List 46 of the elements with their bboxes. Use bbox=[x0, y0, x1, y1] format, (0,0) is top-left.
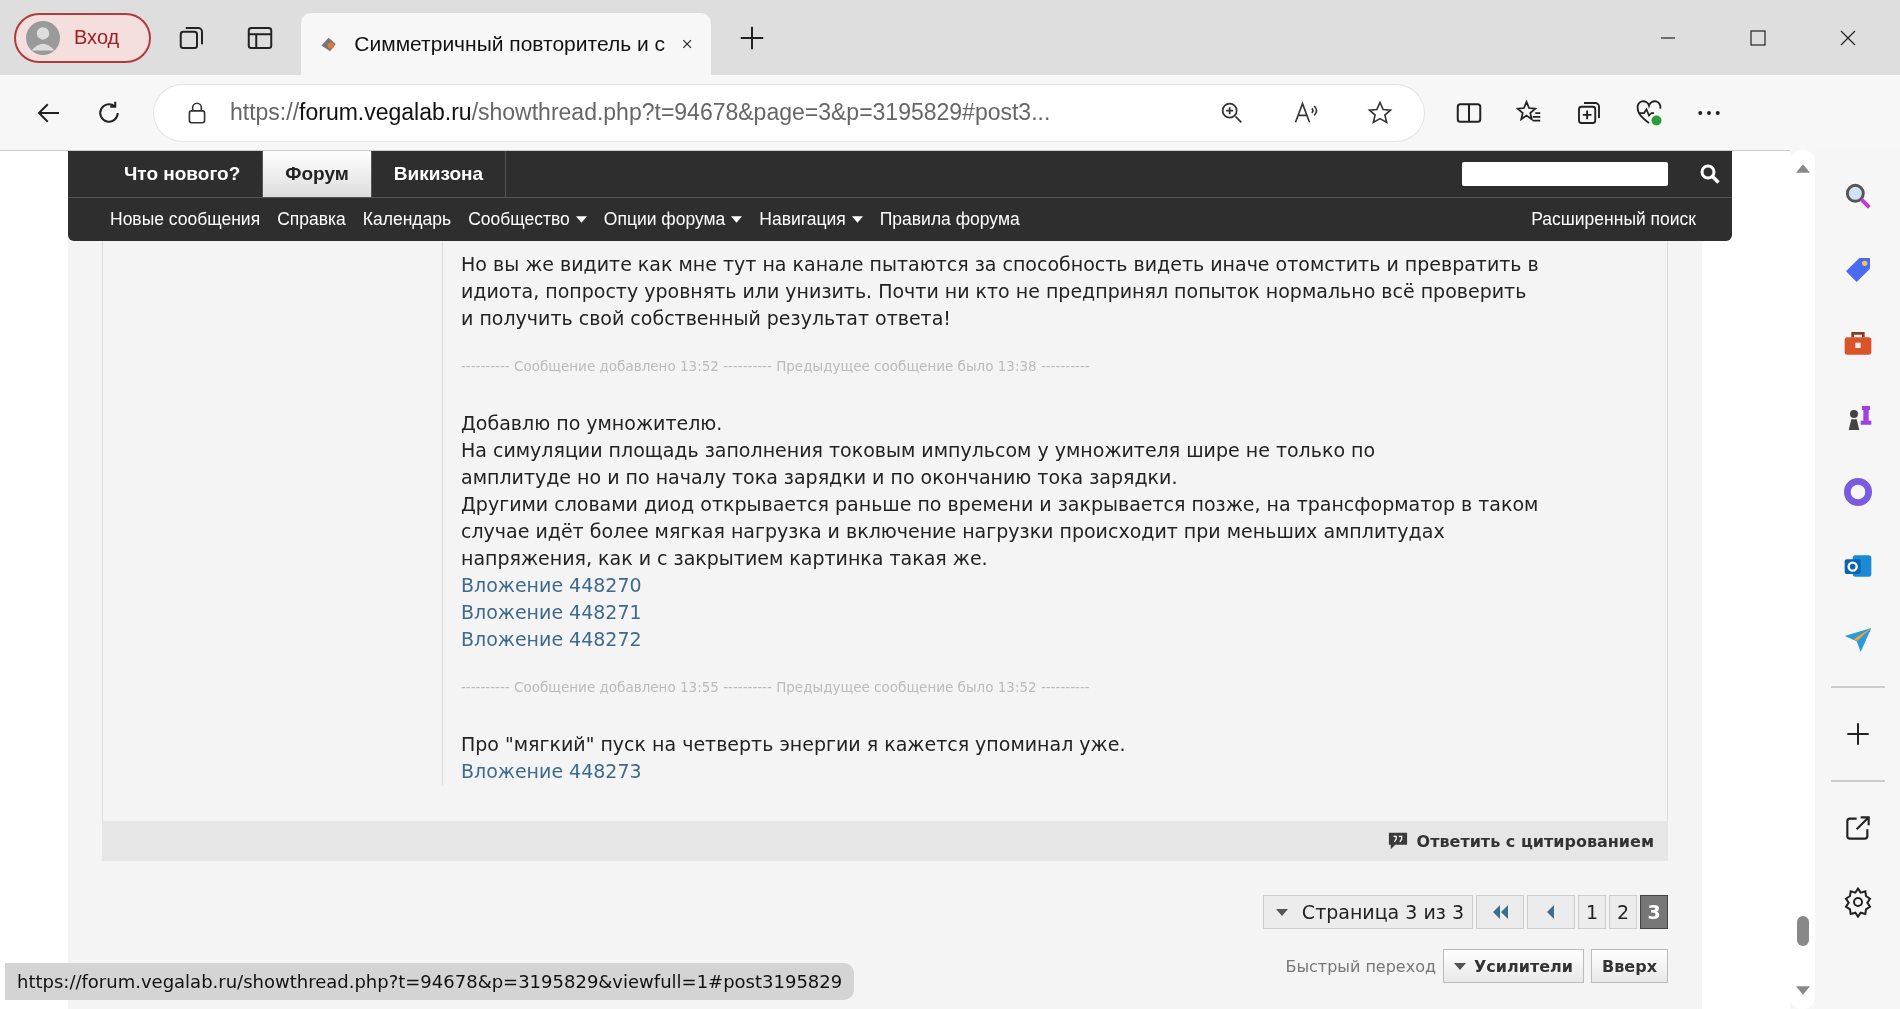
first-page-button[interactable] bbox=[1476, 895, 1524, 929]
attachment-link[interactable]: Вложение 448273 bbox=[461, 758, 642, 785]
quick-nav-label: Быстрый переход bbox=[1285, 956, 1437, 976]
browser-tab[interactable]: Симметричный повторитель и с bbox=[301, 13, 712, 75]
avatar-icon bbox=[26, 20, 60, 55]
attachment-link[interactable]: Вложение 448271 bbox=[461, 599, 642, 626]
reply-with-quote-button[interactable]: Ответить с цитированием bbox=[1386, 831, 1654, 851]
quote-bubble-icon bbox=[1386, 831, 1409, 851]
scroll-up-icon[interactable] bbox=[1795, 164, 1810, 173]
post-text: Но вы же видите как мне тут на канале пытаются за способность видеть иначе отомстить и превратить в идиота, попросту уровнять или унизить. Почти ни кто не предпринял попыток нормально всё проверить и получить свой собственный результат ответа! bbox=[461, 252, 1539, 331]
previous-page-button[interactable] bbox=[1527, 895, 1575, 929]
merge-notice: ---------- Сообщение добавлено 13:52 ---------- Предыдущее сообщение было 13:38 ---------- bbox=[461, 358, 1091, 374]
merge-notice: ---------- Сообщение добавлено 13:55 ---------- Предыдущее сообщение было 13:52 ---------- bbox=[461, 679, 1091, 695]
forum-menu-link[interactable]: Навигация bbox=[759, 209, 863, 230]
attachment-link[interactable]: Вложение 448272 bbox=[461, 626, 642, 653]
tab-title: Симметричный повторитель и с bbox=[354, 32, 665, 56]
status-url: https://forum.vegalab.ru/showthread.php?t=94678&p=3195829&viewfull=1#post3195829 bbox=[5, 963, 855, 1000]
scroll-down-icon[interactable] bbox=[1795, 986, 1810, 995]
health-icon[interactable] bbox=[1634, 97, 1664, 128]
forum-menu-link[interactable]: Правила форума bbox=[879, 209, 1020, 230]
page-jump-button[interactable]: Страница 3 из 3 bbox=[1262, 895, 1473, 929]
address-field[interactable]: https://forum.vegalab.ru/showthread.php?t=94678&page=3&p=3195829#post3... bbox=[154, 84, 1424, 141]
forum-menu-link[interactable]: Опции форума bbox=[603, 209, 743, 230]
advanced-search-link[interactable]: Расширенный поиск bbox=[1531, 209, 1696, 230]
ring-logo-icon[interactable] bbox=[1841, 476, 1874, 508]
search-icon[interactable] bbox=[1698, 162, 1722, 186]
page-number-button[interactable]: 2 bbox=[1609, 895, 1637, 929]
forum-tab[interactable]: Викизона bbox=[371, 151, 507, 197]
forum-tab[interactable]: Форум bbox=[263, 151, 372, 197]
search-field[interactable] bbox=[1462, 162, 1668, 186]
scrollbar[interactable] bbox=[1790, 150, 1815, 1009]
url-text: https://forum.vegalab.ru/showthread.php?t=94678&page=3&p=3195829#post3... bbox=[230, 99, 1051, 126]
forum-menu-link[interactable]: Справка bbox=[277, 209, 346, 230]
forum-menu-link[interactable]: Календарь bbox=[362, 209, 452, 230]
forum-select-button[interactable]: Усилители bbox=[1443, 949, 1585, 983]
forum-menu-link[interactable]: Сообщество bbox=[468, 209, 587, 230]
page-number-button[interactable]: 3 bbox=[1640, 895, 1668, 929]
post-text: Добавлю по умножителю. На симуляции площадь заполнения токовым импульсом у умножителя шире не только по амплитуде но и по началу тока зарядки и по окончанию тока зарядки. Другими словами диод открывается раньше по времени и закрывается позже, на трансформатор в таком случае идёт более мягкая нагрузка и включение нагрузки происходит при меньших амплитудах напряжения, как и с закрытием картинка такая же. bbox=[461, 411, 1539, 571]
scroll-thumb[interactable] bbox=[1796, 916, 1809, 946]
go-top-button[interactable]: Вверх bbox=[1591, 949, 1668, 983]
forum-menu-link[interactable]: Новые сообщения bbox=[110, 209, 261, 230]
attachment-link[interactable]: Вложение 448270 bbox=[461, 572, 642, 599]
maximize-icon[interactable] bbox=[1748, 27, 1768, 48]
page-number-button[interactable]: 1 bbox=[1578, 895, 1606, 929]
post-text: Про "мягкий" пуск на четверть энергии я кажется упоминал уже. bbox=[461, 732, 1127, 757]
profile-button[interactable]: Вход bbox=[14, 12, 152, 63]
